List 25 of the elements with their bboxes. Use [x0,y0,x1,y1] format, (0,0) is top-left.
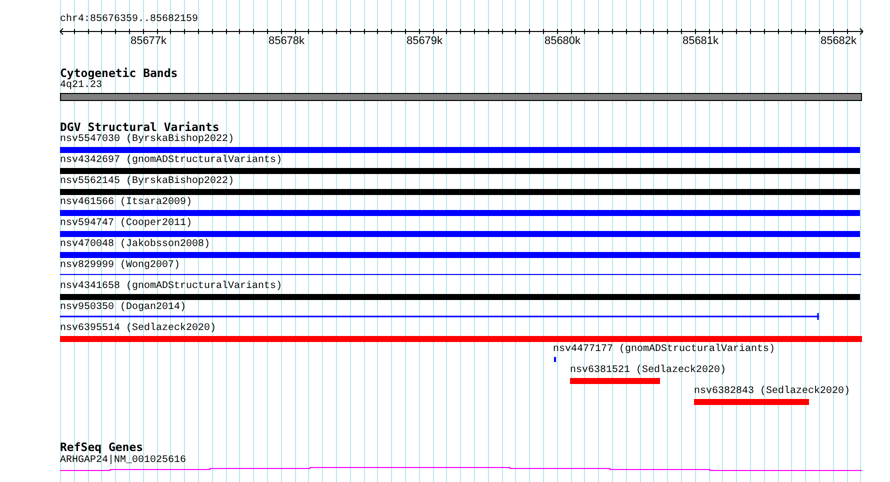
tick-label: 85679k [406,35,443,47]
variant-label: nsv4341658 (gnomADStructuralVariants) [60,281,282,293]
tick-label: 85678k [268,35,305,47]
tick-label: 85677k [130,35,167,47]
tick-label: 85682k [820,35,857,47]
variant-label: nsv5562145 (ByrskaBishop2022) [60,176,234,188]
variant-label: nsv4342697 (gnomADStructuralVariants) [60,155,282,167]
variant-label: nsv594747 (Cooper2011) [60,218,192,230]
tick-label: 85681k [682,35,719,47]
variant-label: nsv829999 (Wong2007) [60,260,180,272]
gene-label: ARHGAP24|NM_001025616 [60,455,186,467]
tick-label: 85680k [544,35,581,47]
variant-label: nsv461566 (Itsara2009) [60,197,192,209]
variant-label: nsv950350 (Dogan2014) [60,302,186,314]
variant-label: nsv4477177 (gnomADStructuralVariants) [553,344,776,356]
variant-label: nsv6395514 (Sedlazeck2020) [60,323,216,335]
variant-label: nsv470048 (Jakobsson2008) [60,239,210,251]
track-title: DGV Structural Variants [60,121,220,133]
track-title: Cytogenetic Bands [60,67,178,79]
track-title: RefSeq Genes [60,441,144,453]
variant-label: nsv6381521 (Sedlazeck2020) [570,365,726,377]
location-label: chr4:85676359..85682159 [60,14,198,26]
band-label: 4q21.23 [60,80,102,92]
variant-label: nsv6382843 (Sedlazeck2020) [694,386,850,398]
variant-label: nsv5547030 (ByrskaBishop2022) [60,134,234,146]
